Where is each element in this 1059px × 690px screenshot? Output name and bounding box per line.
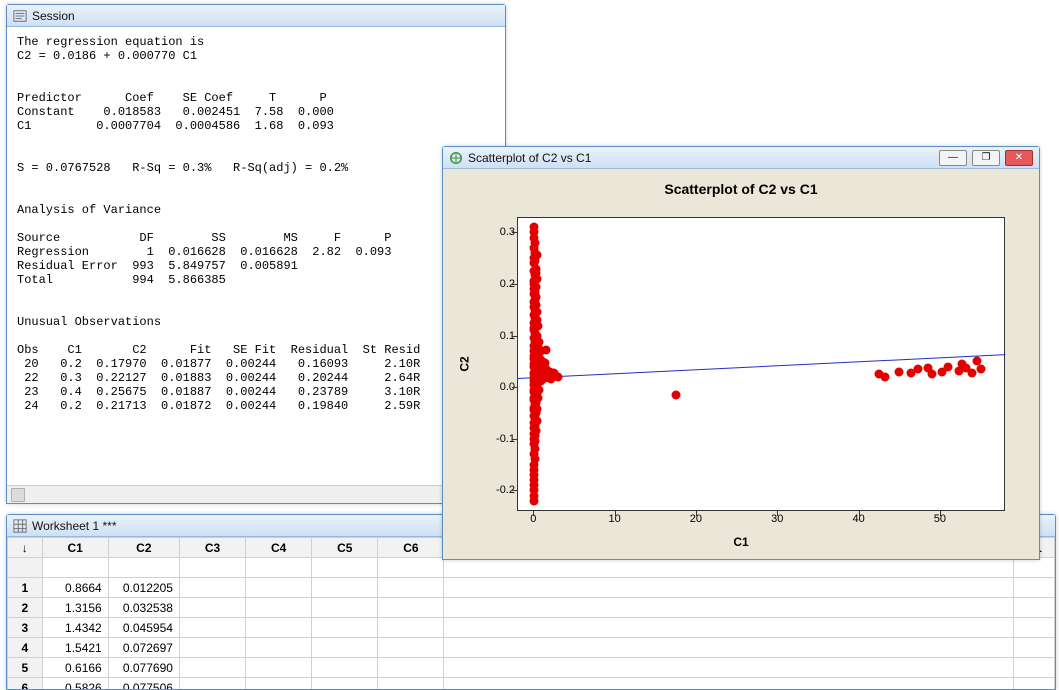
close-button[interactable]: ✕ xyxy=(1005,150,1033,166)
table-row: 21.31560.032538 xyxy=(8,598,1055,618)
worksheet-icon xyxy=(13,519,27,533)
plot-area xyxy=(517,217,1005,511)
data-point xyxy=(976,365,985,374)
scatterplot-title: Scatterplot of C2 vs C1 xyxy=(468,151,591,165)
scatterplot-window: Scatterplot of C2 vs C1 — ❐ ✕ Scatterplo… xyxy=(442,146,1040,560)
y-axis-label: C2 xyxy=(458,356,472,371)
col-header[interactable]: C1 xyxy=(42,538,108,558)
minimize-button[interactable]: — xyxy=(939,150,967,166)
col-header[interactable]: C5 xyxy=(312,538,378,558)
session-window: Session The regression equation is C2 = … xyxy=(6,4,506,504)
col-header[interactable]: C4 xyxy=(246,538,312,558)
table-row: 60.58260.077506 xyxy=(8,678,1055,690)
table-row: 10.86640.012205 xyxy=(8,578,1055,598)
data-point xyxy=(529,496,538,505)
col-header[interactable]: C2 xyxy=(108,538,179,558)
scatterplot-titlebar[interactable]: Scatterplot of C2 vs C1 — ❐ ✕ xyxy=(443,147,1039,169)
chart-canvas[interactable]: Scatterplot of C2 vs C1 C2 C1 -0.2-0.10.… xyxy=(443,169,1039,559)
chart-title: Scatterplot of C2 vs C1 xyxy=(449,175,1033,199)
data-point xyxy=(913,365,922,374)
session-hscroll[interactable] xyxy=(7,485,505,503)
table-row: 50.61660.077690 xyxy=(8,658,1055,678)
row-selector-header[interactable]: ↓ xyxy=(8,538,43,558)
session-title: Session xyxy=(32,9,75,23)
table-row: 41.54210.072697 xyxy=(8,638,1055,658)
session-icon xyxy=(13,9,27,23)
x-axis-label: C1 xyxy=(733,535,748,549)
data-point xyxy=(671,390,680,399)
col-header[interactable]: C3 xyxy=(179,538,245,558)
data-point xyxy=(944,362,953,371)
table-row: 31.43420.045954 xyxy=(8,618,1055,638)
col-header[interactable]: C6 xyxy=(378,538,444,558)
data-point xyxy=(927,370,936,379)
worksheet-title: Worksheet 1 *** xyxy=(32,519,117,533)
data-point xyxy=(895,367,904,376)
session-titlebar[interactable]: Session xyxy=(7,5,505,27)
chart-icon xyxy=(449,151,463,165)
maximize-button[interactable]: ❐ xyxy=(972,150,1000,166)
data-point xyxy=(547,375,556,384)
data-point xyxy=(881,372,890,381)
blank-row-header[interactable] xyxy=(8,558,43,578)
scroll-left-button[interactable] xyxy=(11,488,25,502)
session-output[interactable]: The regression equation is C2 = 0.0186 +… xyxy=(7,27,505,485)
